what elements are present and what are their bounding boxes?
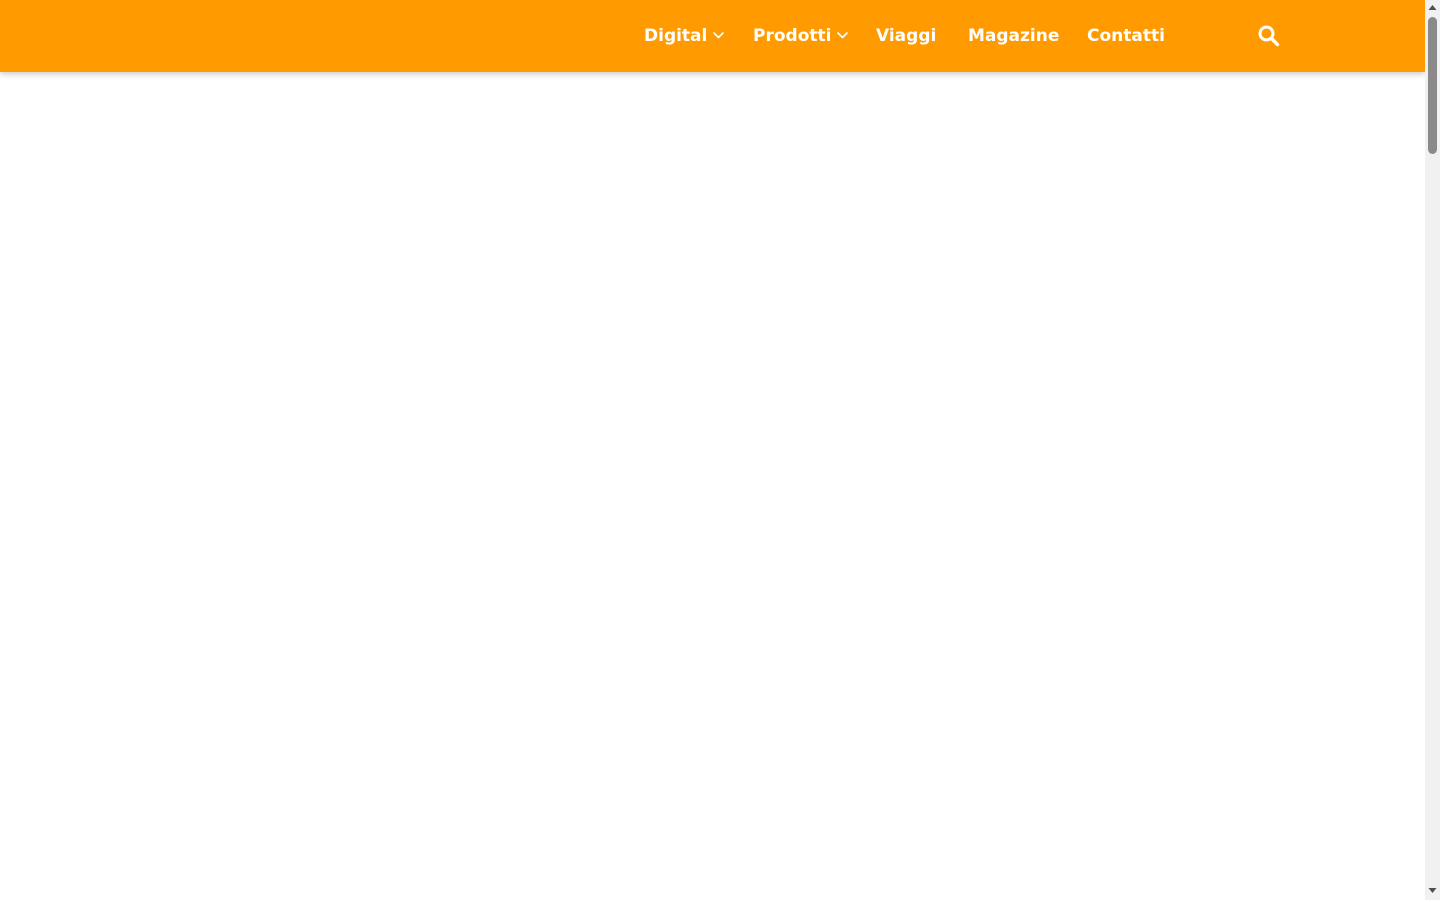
nav-item-label: Viaggi <box>876 26 937 46</box>
nav-item-viaggi[interactable]: Viaggi <box>876 0 936 72</box>
scroll-down-arrow[interactable] <box>1425 883 1440 898</box>
arrow-up-icon <box>1428 5 1437 10</box>
scroll-up-arrow[interactable] <box>1425 0 1440 15</box>
nav-item-contatti[interactable]: Contatti <box>1087 0 1165 72</box>
nav-item-magazine[interactable]: Magazine <box>968 0 1059 72</box>
site-header: Digital Prodotti Viaggi Magazine Contatt… <box>0 0 1425 72</box>
nav-item-label: Digital <box>644 26 708 46</box>
nav-item-digital[interactable]: Digital <box>644 0 725 72</box>
nav-item-label: Magazine <box>968 26 1060 46</box>
main-content <box>0 72 1425 900</box>
chevron-down-icon <box>837 0 849 71</box>
search-icon <box>1258 25 1280 47</box>
main-nav: Digital Prodotti Viaggi Magazine Contatt… <box>0 0 1425 72</box>
vertical-scrollbar[interactable] <box>1425 0 1440 900</box>
nav-item-label: Contatti <box>1087 26 1165 46</box>
scrollbar-thumb[interactable] <box>1428 17 1437 154</box>
nav-item-label: Prodotti <box>753 26 832 46</box>
search-button[interactable] <box>1257 24 1281 48</box>
chevron-down-icon <box>713 0 725 71</box>
page-viewport: Digital Prodotti Viaggi Magazine Contatt… <box>0 0 1425 900</box>
nav-item-prodotti[interactable]: Prodotti <box>753 0 849 72</box>
arrow-down-icon <box>1428 888 1437 893</box>
